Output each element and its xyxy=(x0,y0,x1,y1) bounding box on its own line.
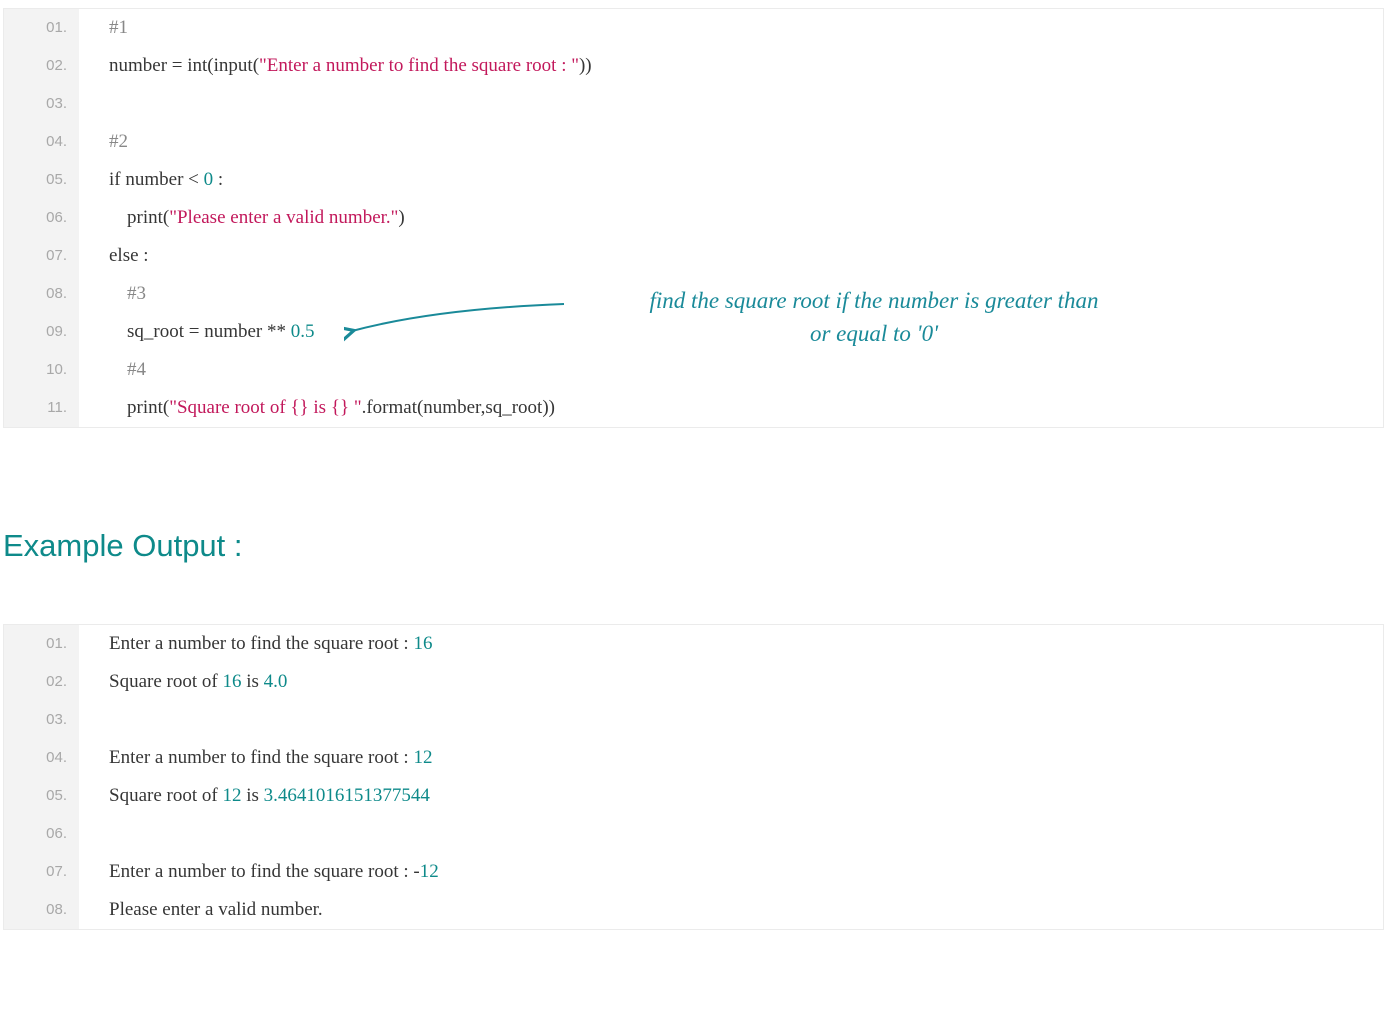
number-token: 4.0 xyxy=(264,671,288,692)
line-number: 11. xyxy=(4,389,79,427)
code-row: 08. #3 xyxy=(4,275,1383,313)
code-content xyxy=(79,85,1383,123)
code-content: print("Please enter a valid number.") xyxy=(79,199,1383,237)
code-row: 08. Please enter a valid number. xyxy=(4,891,1383,929)
code-row: 01. #1 xyxy=(4,9,1383,47)
code-token: Square root of xyxy=(109,671,222,692)
code-token: number = int(input( xyxy=(109,55,259,76)
number-token: 12 xyxy=(222,785,241,806)
code-row: 05.if number < 0 : xyxy=(4,161,1383,199)
code-token: Square root of xyxy=(109,785,222,806)
code-content: Square root of 12 is 3.4641016151377544 xyxy=(79,777,1383,815)
code-token: : xyxy=(213,169,223,190)
number-token: 0.5 xyxy=(291,321,315,342)
code-content: number = int(input("Enter a number to fi… xyxy=(79,47,1383,85)
line-number: 03. xyxy=(4,85,79,123)
line-number: 04. xyxy=(4,739,79,777)
line-number: 04. xyxy=(4,123,79,161)
code-token: print( xyxy=(127,207,169,228)
number-token: 0 xyxy=(204,169,214,190)
number-token: 3.4641016151377544 xyxy=(264,785,430,806)
line-number: 05. xyxy=(4,777,79,815)
code-token: Enter a number to find the square root : xyxy=(109,747,413,768)
line-number: 02. xyxy=(4,47,79,85)
number-token: 16 xyxy=(222,671,241,692)
code-token: )) xyxy=(579,55,592,76)
code-content xyxy=(79,701,1383,739)
comment-token: #4 xyxy=(127,359,146,380)
string-token: "Square root of {} is {} " xyxy=(169,397,361,418)
comment-token: #2 xyxy=(109,131,128,152)
code-token: .format(number,sq_root)) xyxy=(362,397,555,418)
line-number: 01. xyxy=(4,9,79,47)
code-content: #3 xyxy=(79,275,1383,313)
code-content: #4 xyxy=(79,351,1383,389)
code-token: Enter a number to find the square root : xyxy=(109,633,413,654)
line-number: 07. xyxy=(4,853,79,891)
code-token: ) xyxy=(398,207,404,228)
code-token: is xyxy=(241,785,263,806)
code-content: else : xyxy=(79,237,1383,275)
code-token: Enter a number to find the square root :… xyxy=(109,861,420,882)
example-output-heading: Example Output : xyxy=(3,528,1384,564)
code-row: 01.Enter a number to find the square roo… xyxy=(4,625,1383,663)
code-token: sq_root = number ** xyxy=(127,321,291,342)
code-content: Enter a number to find the square root :… xyxy=(79,853,1383,891)
code-content: if number < 0 : xyxy=(79,161,1383,199)
code-content: sq_root = number ** 0.5 xyxy=(79,313,1383,351)
code-row: 10. #4 xyxy=(4,351,1383,389)
code-content: print("Square root of {} is {} ".format(… xyxy=(79,389,1383,427)
line-number: 06. xyxy=(4,199,79,237)
line-number: 01. xyxy=(4,625,79,663)
code-row: 03. xyxy=(4,701,1383,739)
code-row: 05.Square root of 12 is 3.46410161513775… xyxy=(4,777,1383,815)
code-row: 04. #2 xyxy=(4,123,1383,161)
comment-token: #1 xyxy=(109,17,128,38)
code-content: Enter a number to find the square root :… xyxy=(79,625,1383,663)
line-number: 08. xyxy=(4,891,79,929)
code-content: #1 xyxy=(79,9,1383,47)
line-number: 02. xyxy=(4,663,79,701)
code-row: 06.print("Please enter a valid number.") xyxy=(4,199,1383,237)
line-number: 03. xyxy=(4,701,79,739)
code-row: 11.print("Square root of {} is {} ".form… xyxy=(4,389,1383,427)
code-token: is xyxy=(241,671,263,692)
string-token: "Enter a number to find the square root … xyxy=(259,55,579,76)
code-token: print( xyxy=(127,397,169,418)
code-content: Enter a number to find the square root :… xyxy=(79,739,1383,777)
code-row: 07. Enter a number to find the square roo… xyxy=(4,853,1383,891)
number-token: 12 xyxy=(420,861,439,882)
code-content xyxy=(79,815,1383,853)
code-block-output: 01.Enter a number to find the square roo… xyxy=(3,624,1384,930)
code-row: 02.Square root of 16 is 4.0 xyxy=(4,663,1383,701)
string-token: "Please enter a valid number." xyxy=(169,207,398,228)
comment-token: #3 xyxy=(127,283,146,304)
line-number: 06. xyxy=(4,815,79,853)
line-number: 05. xyxy=(4,161,79,199)
line-number: 09. xyxy=(4,313,79,351)
code-row: 09.sq_root = number ** 0.5 xyxy=(4,313,1383,351)
number-token: 16 xyxy=(413,633,432,654)
code-row: 06. xyxy=(4,815,1383,853)
number-token: 12 xyxy=(413,747,432,768)
code-content: #2 xyxy=(79,123,1383,161)
code-row: 02.number = int(input("Enter a number to… xyxy=(4,47,1383,85)
code-token: Please enter a valid number. xyxy=(109,899,323,920)
code-content: Square root of 16 is 4.0 xyxy=(79,663,1383,701)
code-token: else : xyxy=(109,245,149,266)
line-number: 10. xyxy=(4,351,79,389)
code-block-program: find the square root if the number is gr… xyxy=(3,8,1384,428)
line-number: 07. xyxy=(4,237,79,275)
line-number: 08. xyxy=(4,275,79,313)
code-row: 03. xyxy=(4,85,1383,123)
code-row: 07. else : xyxy=(4,237,1383,275)
code-token: if number < xyxy=(109,169,204,190)
code-content: Please enter a valid number. xyxy=(79,891,1383,929)
code-row: 04.Enter a number to find the square roo… xyxy=(4,739,1383,777)
